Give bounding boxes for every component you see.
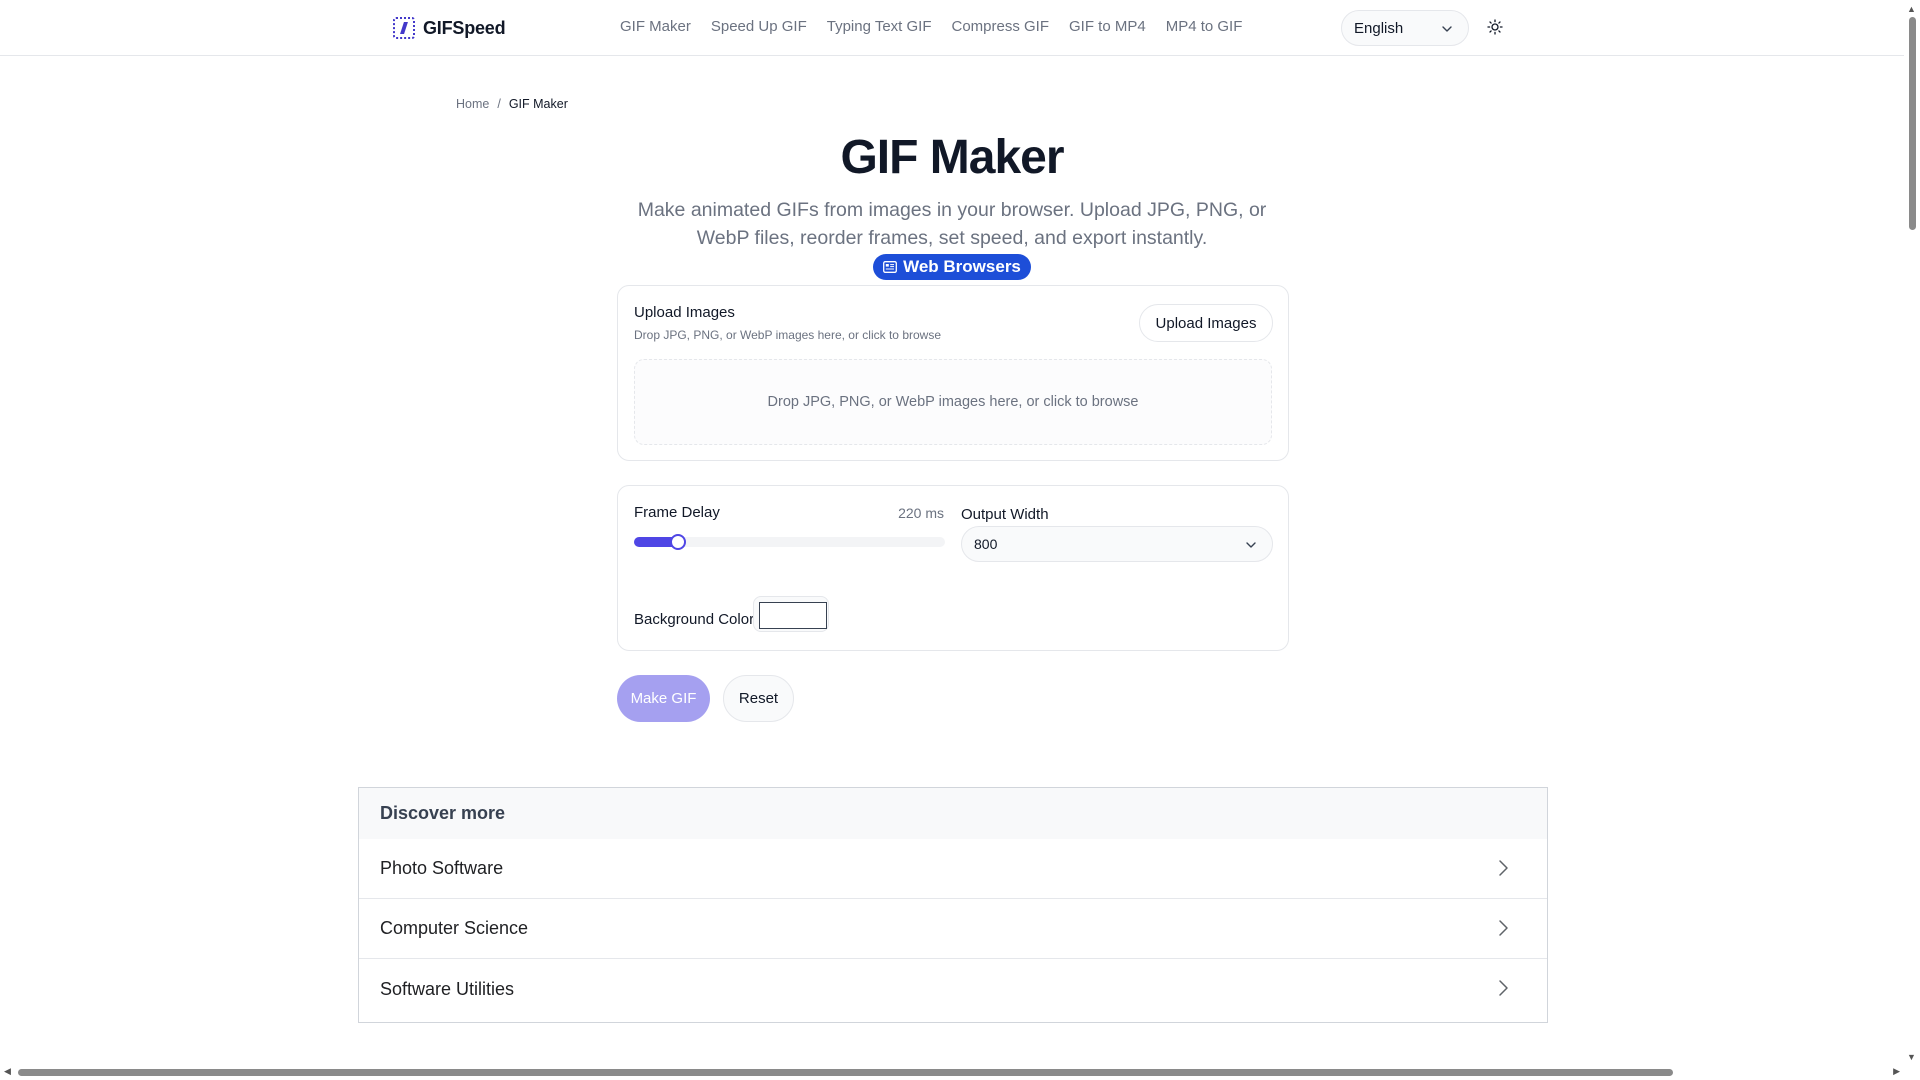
chevron-right-icon [1499,920,1508,936]
nav-link-typing-text-gif[interactable]: Typing Text GIF [827,18,932,35]
nav-link-gif-maker[interactable]: GIF Maker [620,18,691,35]
newspaper-icon [883,260,898,273]
discover-item-label: Software Utilities [380,978,515,999]
site-header: GIFSpeed GIF Maker Speed Up GIF Typing T… [0,0,1904,56]
frame-delay-value: 220 ms [898,505,944,521]
background-color-label: Background Color [634,611,755,628]
dropzone-text: Drop JPG, PNG, or WebP images here, or c… [767,394,1139,410]
chevron-down-icon [1246,542,1256,548]
output-width-label: Output Width [961,506,1049,523]
chevron-right-icon [1499,980,1508,996]
output-width-select[interactable]: 800 [961,526,1273,562]
discover-item-label: Photo Software [380,858,504,878]
frame-delay-label: Frame Delay [634,504,720,521]
scroll-left-arrow-icon[interactable]: ◀ [4,1066,11,1077]
logo-text: GIFSpeed [423,17,506,38]
upload-card: Upload Images Drop JPG, PNG, or WebP ima… [617,285,1289,461]
vertical-scrollbar-thumb[interactable] [1909,17,1916,230]
upload-images-button[interactable]: Upload Images [1139,304,1273,342]
page-subtitle-text: Make animated GIFs from images in your b… [637,199,1267,249]
breadcrumb-home-link[interactable]: Home [456,97,489,111]
nav-link-mp4-to-gif[interactable]: MP4 to GIF [1166,18,1243,35]
breadcrumb-separator: / [497,97,501,111]
page-title: GIF Maker [840,131,1064,184]
sun-icon [1487,19,1503,35]
language-select[interactable]: English [1341,10,1469,46]
gifspeed-logo-icon [393,17,415,39]
language-select-value: English [1354,19,1404,37]
scrollbar-corner [1904,1064,1920,1080]
scroll-up-arrow-icon[interactable]: ▲ [1907,4,1916,14]
nav-link-gif-to-mp4[interactable]: GIF to MP4 [1069,18,1146,35]
vertical-scrollbar[interactable]: ▲ ▼ [1904,0,1920,1064]
background-color-picker[interactable] [753,596,829,632]
chevron-right-icon [1499,860,1508,876]
reset-button[interactable]: Reset [723,675,794,722]
scroll-right-arrow-icon[interactable]: ▶ [1893,1066,1900,1077]
horizontal-scrollbar-thumb[interactable] [18,1069,1673,1076]
breadcrumb: Home / GIF Maker [456,97,568,111]
frame-delay-slider[interactable] [634,534,945,550]
output-width-value: 800 [974,536,998,552]
discover-more-title: Discover more [359,788,1547,839]
upload-title: Upload Images [634,304,735,321]
main-nav: GIF Maker Speed Up GIF Typing Text GIF C… [620,18,1242,35]
breadcrumb-current: GIF Maker [508,97,568,111]
image-dropzone[interactable]: Drop JPG, PNG, or WebP images here, or c… [634,359,1272,445]
theme-toggle-button[interactable] [1484,16,1506,38]
web-browsers-badge[interactable]: Web Browsers [873,253,1031,280]
discover-item-computer-science[interactable]: Computer Science [359,899,1547,959]
logo[interactable]: GIFSpeed [393,16,506,40]
web-browsers-badge-label: Web Browsers [903,256,1021,276]
discover-item-software-utilities[interactable]: Software Utilities [359,959,1547,1019]
frame-delay-slider-thumb[interactable] [669,534,686,550]
page-subtitle: Make animated GIFs from images in your b… [620,196,1284,280]
scroll-down-arrow-icon[interactable]: ▼ [1907,1052,1916,1062]
nav-link-compress-gif[interactable]: Compress GIF [952,18,1050,35]
upload-hint: Drop JPG, PNG, or WebP images here, or c… [634,328,942,342]
discover-item-label: Computer Science [380,918,529,938]
settings-card: Frame Delay 220 ms Output Width 800 Back… [617,485,1289,651]
make-gif-button[interactable]: Make GIF [617,675,710,722]
chevron-down-icon [1442,26,1452,32]
discover-more-panel: Discover more Photo Software Computer Sc… [358,787,1548,1023]
nav-link-speed-up-gif[interactable]: Speed Up GIF [711,18,807,35]
horizontal-scrollbar[interactable]: ◀ ▶ [0,1064,1904,1080]
discover-item-photo-software[interactable]: Photo Software [359,839,1547,899]
